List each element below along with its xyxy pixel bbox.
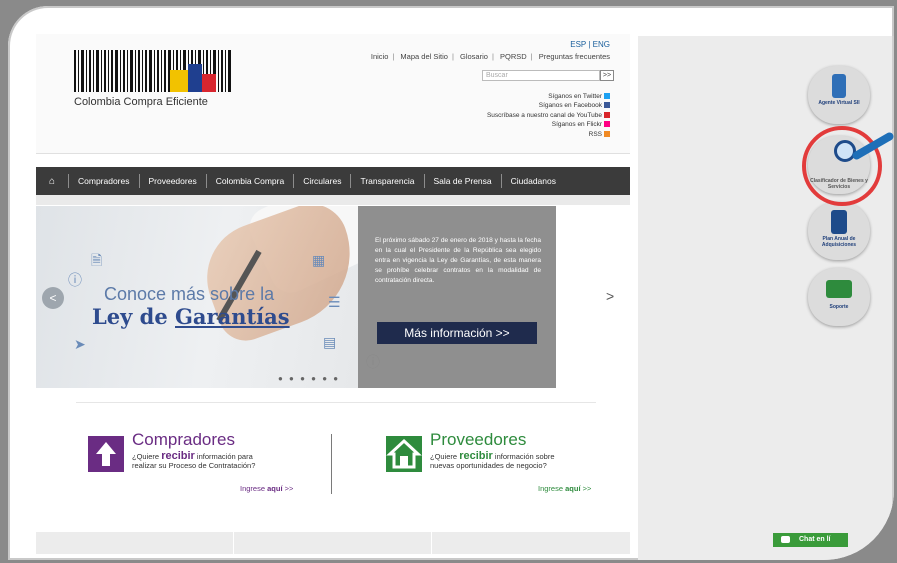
calendar-icon: ▦ (312, 252, 326, 268)
social-links: Síganos en Twitter Síganos en Facebook S… (487, 92, 610, 139)
social-youtube[interactable]: Suscríbase a nuestro canal de YouTube (487, 111, 610, 120)
robot-icon (832, 74, 846, 98)
slide-heading: Conoce más sobre la (104, 284, 275, 304)
slider-dots[interactable]: ● ● ● ● ● ● (278, 374, 340, 383)
compradores-link[interactable]: Ingrese aquí >> (240, 484, 293, 493)
id-card-icon: ▤ (323, 334, 337, 350)
cards-divider (331, 434, 332, 494)
nav-compradores[interactable]: Compradores (68, 174, 139, 188)
slider-info-panel: El próximo sábado 27 de enero de 2018 y … (358, 206, 556, 388)
social-twitter[interactable]: Síganos en Twitter (487, 92, 610, 101)
soporte-button[interactable]: Soporte (808, 268, 870, 326)
house-icon[interactable] (386, 436, 422, 472)
stack-icon: ☰ (328, 294, 341, 310)
scrollbar[interactable] (892, 36, 894, 536)
compradores-title[interactable]: Compradores (132, 430, 235, 450)
link-preguntas[interactable]: Preguntas frecuentes (539, 52, 610, 61)
lang-esp[interactable]: ESP (570, 40, 586, 49)
website: Colombia Compra Eficiente ESP | ENG Inic… (36, 34, 630, 554)
nav-circulares[interactable]: Circulares (293, 174, 350, 188)
bottom-strip (36, 532, 630, 554)
social-rss[interactable]: RSS (487, 130, 610, 139)
info-circle-icon: ⓘ (366, 354, 380, 370)
nav-transparencia[interactable]: Transparencia (350, 174, 423, 188)
link-mapa-sitio[interactable]: Mapa del Sitio (400, 52, 448, 61)
cursor-icon: ➤ (74, 336, 86, 352)
social-facebook[interactable]: Síganos en Facebook (487, 101, 610, 110)
mas-informacion-button[interactable]: Más información >> (377, 322, 537, 344)
proveedores-card: Proveedores ¿Quiere recibir información … (386, 430, 616, 520)
search-input[interactable]: Buscar (482, 70, 600, 81)
social-flickr[interactable]: Síganos en Flickr (487, 120, 610, 129)
facebook-icon (604, 102, 610, 109)
nav-sala-prensa[interactable]: Sala de Prensa (423, 174, 501, 188)
section-divider (76, 402, 596, 403)
browser-frame: Colombia Compra Eficiente ESP | ENG Inic… (8, 6, 894, 560)
twitter-icon (604, 93, 610, 99)
nav-colombia-compra[interactable]: Colombia Compra (205, 174, 294, 188)
flickr-icon (604, 121, 610, 128)
plan-anual-button[interactable]: Plan Anual de Adquisiciones (808, 202, 870, 260)
highlight-circle (802, 126, 882, 206)
header: Colombia Compra Eficiente ESP | ENG Inic… (36, 34, 630, 154)
link-inicio[interactable]: Inicio (371, 52, 389, 61)
document-icon: 🗎 (91, 252, 103, 268)
slider-image[interactable]: ⓘ 🗎 ▦ ☰ ▤ ➤ Conoce más sobre la Ley de G… (36, 206, 358, 388)
top-links: Inicio | Mapa del Sitio | Glosario | PQRSD |… (370, 52, 610, 61)
slider-info-text: El próximo sábado 27 de enero de 2018 y … (375, 237, 541, 284)
nav-shadow (36, 195, 630, 205)
nav-ciudadanos[interactable]: Ciudadanos (500, 174, 565, 188)
chat-button[interactable]: Chat en lí (773, 533, 848, 547)
language-switcher: ESP | ENG (570, 40, 610, 49)
compradores-card: Compradores ¿Quiere recibir información … (88, 430, 318, 520)
slide-title: Ley de Garantías (92, 304, 290, 329)
search-button[interactable]: >> (600, 70, 614, 81)
lang-eng[interactable]: ENG (593, 40, 610, 49)
rss-icon (604, 130, 610, 137)
proveedores-desc: ¿Quiere recibir información sobre nuevas… (430, 450, 555, 471)
agente-virtual-button[interactable]: Agente Virtual SII (808, 66, 870, 124)
document-list-icon (831, 210, 847, 234)
proveedores-link[interactable]: Ingrese aquí >> (538, 484, 591, 493)
link-glosario[interactable]: Glosario (460, 52, 488, 61)
link-pqrsd[interactable]: PQRSD (500, 52, 527, 61)
chat-icon (781, 536, 790, 543)
logo-text: Colombia Compra Eficiente (74, 96, 208, 108)
youtube-icon (604, 111, 610, 118)
main-nav: ⌂ Compradores Proveedores Colombia Compr… (36, 167, 630, 195)
slider-prev-button[interactable]: < (42, 287, 64, 309)
compradores-desc: ¿Quiere recibir información para realiza… (132, 450, 256, 471)
nav-proveedores[interactable]: Proveedores (138, 174, 206, 188)
arrow-up-icon[interactable] (88, 436, 124, 472)
monitor-icon (826, 280, 852, 298)
info-icon: ⓘ (68, 272, 82, 288)
slider-next-button[interactable]: > (606, 288, 614, 304)
home-icon[interactable]: ⌂ (36, 176, 68, 187)
proveedores-title[interactable]: Proveedores (430, 430, 526, 450)
